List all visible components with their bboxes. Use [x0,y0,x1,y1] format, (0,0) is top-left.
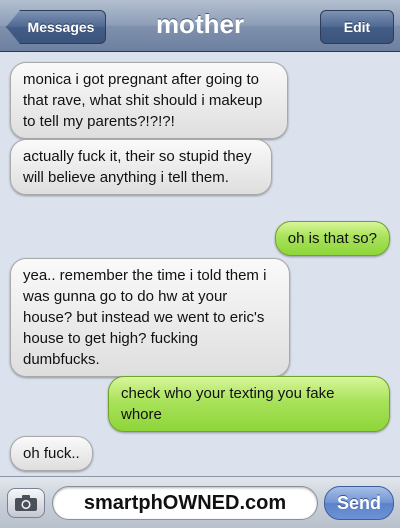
send-button[interactable]: Send [324,486,394,520]
camera-button[interactable] [7,488,45,518]
edit-button[interactable]: Edit [320,10,394,44]
message-thread[interactable]: monica i got pregnant after going to tha… [0,53,400,476]
message-bubble-incoming: monica i got pregnant after going to tha… [10,62,288,139]
message-composer: smartphOWNED.com Send [0,476,400,528]
message-input[interactable]: smartphOWNED.com [52,486,318,520]
navigation-bar: Messages mother Edit [0,0,400,52]
message-bubble-incoming: actually fuck it, their so stupid they w… [10,139,272,195]
camera-icon [15,495,37,511]
message-bubble-incoming: yea.. remember the time i told them i wa… [10,258,290,377]
message-bubble-outgoing: check who your texting you fake whore [108,376,390,432]
message-bubble-incoming: oh fuck.. [10,436,93,471]
message-bubble-outgoing: oh is that so? [274,221,390,256]
